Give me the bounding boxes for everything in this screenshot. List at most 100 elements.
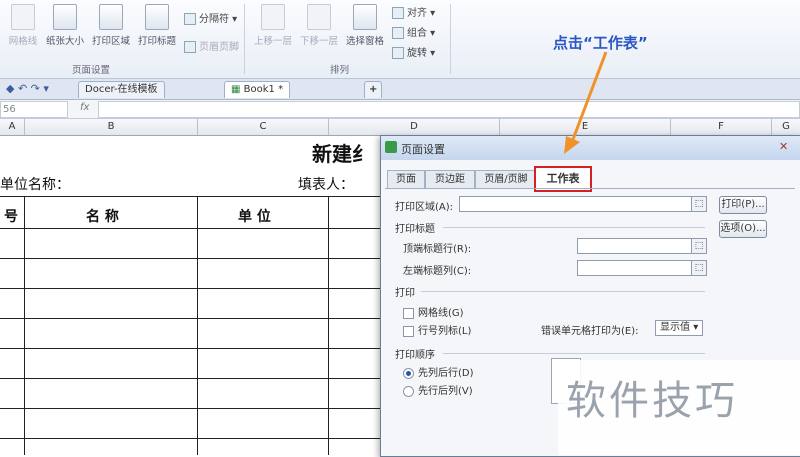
document-tab-bar: ◆ ↶ ↷ ▾ Docer-在线模板 ▦ Book1 * +: [0, 79, 800, 100]
left-cols-input[interactable]: ⬚: [577, 260, 707, 276]
errors-label: 错误单元格打印为(E):: [541, 326, 639, 337]
header-footer-icon: [184, 41, 196, 53]
chevron-down-icon: ▾: [693, 322, 699, 333]
ribbon: 网格线 纸张大小 打印区域 打印标题 分隔符 ▾ 页眉页脚 页面设置 上移一层 …: [0, 0, 800, 79]
paper-size-button[interactable]: 纸张大小: [42, 4, 88, 47]
tab-header-footer[interactable]: 页眉/页脚: [475, 170, 537, 189]
table-border: [0, 196, 380, 197]
group-objects-button[interactable]: 组合 ▾: [392, 24, 435, 39]
print-titles-icon: [145, 4, 169, 30]
left-cols-label: 左端标题列(C):: [403, 266, 472, 277]
bring-forward-button[interactable]: 上移一层: [250, 4, 296, 47]
column-header[interactable]: B: [25, 119, 198, 135]
radio-icon: [403, 367, 414, 379]
group-label-page-setup: 页面设置: [72, 65, 111, 76]
print-titles-group-label: 打印标题: [395, 224, 435, 235]
print-area-icon: [99, 4, 123, 30]
tab-docer[interactable]: Docer-在线模板: [78, 81, 165, 98]
watermark-text: 软件技巧: [566, 378, 738, 424]
header-footer-button[interactable]: 页眉页脚: [184, 38, 239, 53]
quick-access-toolbar[interactable]: ◆ ↶ ↷ ▾: [6, 82, 49, 95]
close-icon[interactable]: ✕: [779, 140, 788, 153]
column-header[interactable]: D: [329, 119, 500, 135]
column-header[interactable]: A: [0, 119, 25, 135]
print-order-group-label: 打印顺序: [395, 350, 435, 361]
checkbox-icon: [403, 325, 414, 337]
unit-name-label: 单位名称：: [0, 177, 70, 193]
group-divider: [443, 353, 705, 354]
add-tab-button[interactable]: +: [364, 81, 383, 98]
separator-button[interactable]: 分隔符 ▾: [184, 10, 237, 25]
column-header[interactable]: C: [198, 119, 329, 135]
errors-select[interactable]: 显示值 ▾: [655, 320, 704, 336]
print-titles-button[interactable]: 打印标题: [134, 4, 180, 47]
rotate-icon: [392, 47, 404, 59]
column-header[interactable]: F: [671, 119, 772, 135]
range-picker-icon[interactable]: ⬚: [691, 197, 706, 211]
table-border: [197, 196, 198, 455]
table-border: [0, 348, 380, 349]
column-headers: A B C D E F G: [0, 119, 800, 136]
selection-pane-icon: [353, 4, 377, 30]
spreadsheet-icon: ▦: [231, 84, 241, 95]
table-border: [0, 408, 380, 409]
table-border: [0, 288, 380, 289]
app-icon: [385, 141, 397, 153]
print-group-label: 打印: [395, 288, 415, 299]
selection-pane-button[interactable]: 选择窗格: [342, 4, 388, 47]
order-over-radio[interactable]: 先行后列(V): [403, 382, 473, 397]
pointer-arrow: [564, 51, 608, 154]
dialog-title: 页面设置: [401, 143, 445, 156]
tab-panel-border: [385, 188, 795, 189]
name-box[interactable]: 56: [0, 101, 68, 118]
print-area-button[interactable]: 打印区域: [88, 4, 134, 47]
fx-icon[interactable]: fx: [80, 102, 89, 113]
filler-label: 填表人：: [298, 177, 354, 193]
table-header-unit: 单 位: [238, 209, 271, 225]
group-label-arrange: 排列: [330, 65, 350, 76]
table-header-no: 号: [4, 209, 18, 225]
range-picker-icon[interactable]: ⬚: [691, 239, 706, 253]
group-separator: [450, 4, 451, 74]
annotation-text: 点击“工作表”: [553, 34, 648, 52]
print-area-input[interactable]: ⬚: [459, 196, 707, 212]
tab-page[interactable]: 页面: [387, 170, 425, 189]
table-border: [0, 258, 380, 259]
align-button[interactable]: 对齐 ▾: [392, 4, 435, 19]
table-border: [0, 228, 380, 229]
group-icon: [392, 27, 404, 39]
group-divider: [421, 291, 705, 292]
order-down-radio[interactable]: 先列后行(D): [403, 364, 474, 379]
table-border: [328, 196, 329, 455]
radio-icon: [403, 385, 414, 397]
print-button[interactable]: 打印(P)...: [719, 196, 767, 214]
gridlines-button[interactable]: 网格线: [0, 4, 46, 47]
formula-bar: 56 fx: [0, 100, 800, 119]
rowcol-headings-checkbox[interactable]: 行号列标(L): [403, 322, 471, 337]
range-picker-icon[interactable]: ⬚: [691, 261, 706, 275]
options-button[interactable]: 选项(O)...: [719, 220, 767, 238]
table-border: [0, 318, 380, 319]
bring-forward-icon: [261, 4, 285, 30]
top-rows-label: 顶端标题行(R):: [403, 244, 472, 255]
print-area-label: 打印区域(A):: [395, 202, 454, 213]
rotate-button[interactable]: 旋转 ▾: [392, 44, 435, 59]
table-border: [0, 378, 380, 379]
table-header-name: 名 称: [86, 209, 119, 225]
checkbox-icon: [403, 307, 414, 319]
separator-icon: [184, 13, 196, 25]
table-border: [0, 438, 380, 439]
gridlines-checkbox[interactable]: 网格线(G): [403, 304, 464, 319]
tab-margins[interactable]: 页边距: [425, 170, 475, 189]
send-backward-icon: [307, 4, 331, 30]
send-backward-button[interactable]: 下移一层: [296, 4, 342, 47]
group-divider: [443, 227, 705, 228]
align-icon: [392, 7, 404, 19]
top-rows-input[interactable]: ⬚: [577, 238, 707, 254]
tab-book1[interactable]: ▦ Book1 *: [224, 81, 291, 98]
gridlines-icon: [11, 4, 35, 30]
formula-input[interactable]: [98, 101, 800, 118]
column-header[interactable]: G: [772, 119, 800, 135]
paper-icon: [53, 4, 77, 30]
table-border: [24, 196, 25, 455]
